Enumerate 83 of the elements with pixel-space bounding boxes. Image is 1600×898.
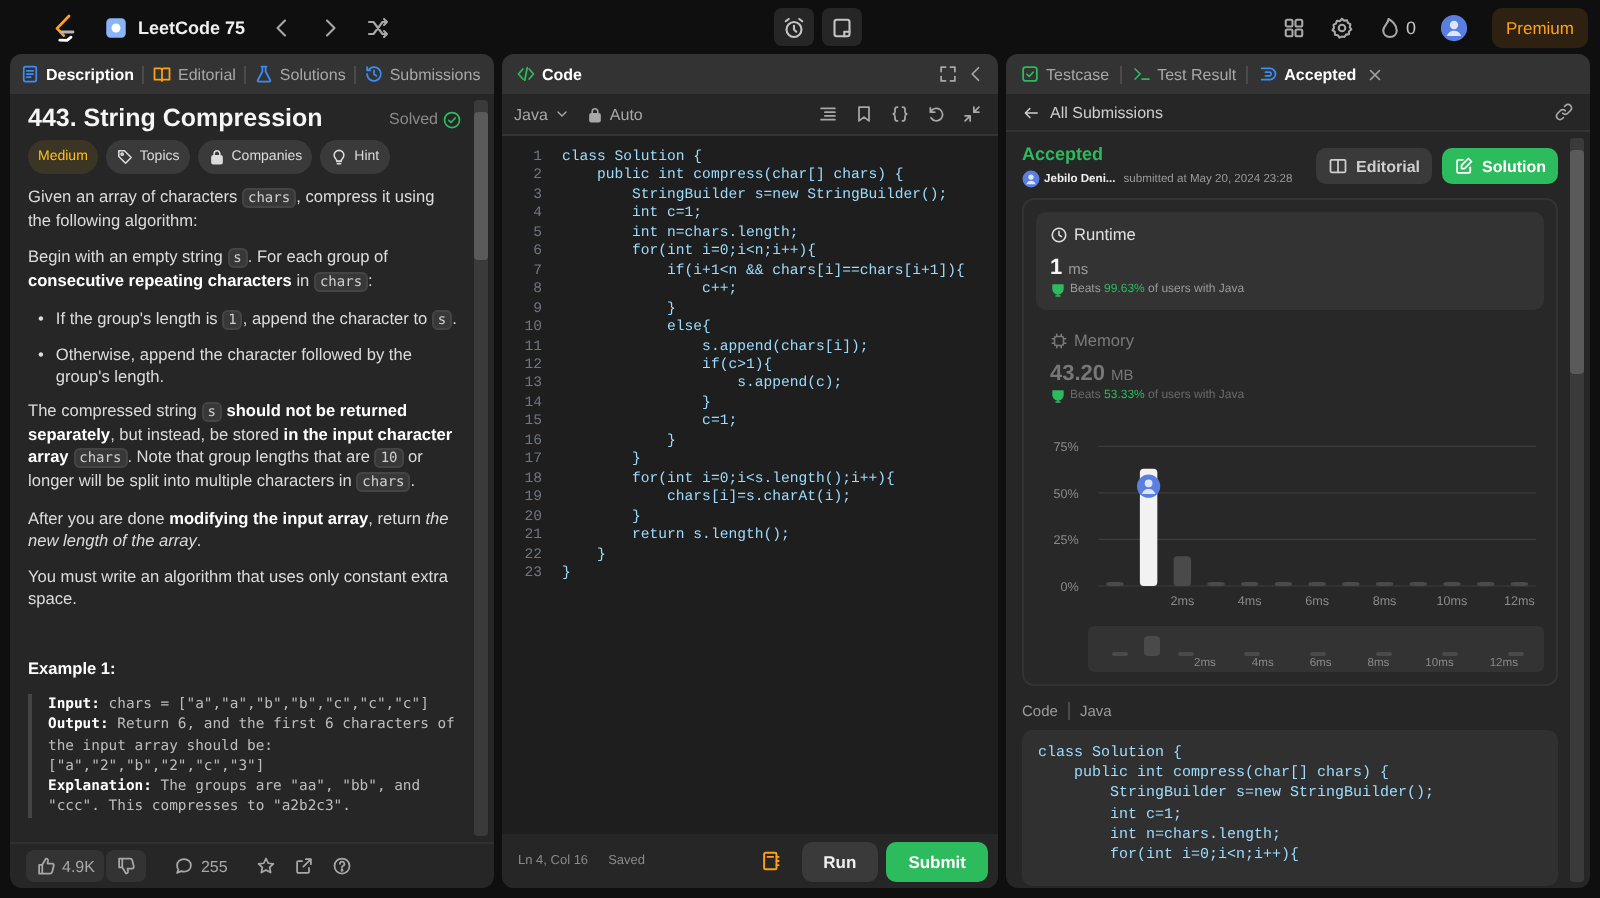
metric-label: Runtime — [1074, 224, 1136, 244]
list-title-button[interactable]: LeetCode 75 — [104, 15, 246, 39]
panel-tab[interactable]: Accepted — [1256, 60, 1359, 88]
arrow-left-icon — [1022, 103, 1040, 121]
trophy-icon — [1050, 282, 1066, 298]
lightbulb-icon — [330, 148, 349, 166]
undo-icon[interactable] — [926, 104, 946, 124]
checkbox-icon — [1020, 64, 1040, 84]
lock-icon — [585, 105, 604, 123]
problem-title: 443. String Compression — [28, 108, 323, 130]
lock-icon — [207, 148, 226, 166]
check-circle-icon — [442, 109, 462, 129]
solved-label: Solved — [389, 108, 438, 130]
code-editor[interactable] — [502, 136, 998, 834]
scrollbar[interactable] — [1570, 138, 1584, 882]
paragraph: You must write an algorithm that uses only constant extra space. — [28, 566, 450, 610]
link-icon[interactable] — [1554, 102, 1574, 122]
document-icon — [20, 64, 40, 84]
avatar-icon[interactable] — [1439, 13, 1468, 41]
chip-icon — [1050, 331, 1068, 349]
metric-value: 43.20 — [1050, 362, 1106, 386]
pen-icon — [1454, 156, 1474, 176]
speech-bubble-icon — [174, 856, 195, 876]
tag-icon — [115, 148, 134, 166]
trophy-icon — [1050, 388, 1066, 404]
verdict-label: Accepted — [1022, 144, 1106, 164]
list-icon — [104, 15, 128, 39]
submission-icon — [1258, 64, 1279, 84]
shuffle-icon[interactable] — [365, 15, 390, 39]
avatar-icon — [1022, 170, 1040, 188]
metric-label: Memory — [1074, 330, 1134, 350]
book-icon — [1327, 156, 1348, 176]
bullet-point: • — [38, 308, 44, 332]
premium-button[interactable]: Premium — [1491, 7, 1588, 47]
code-icon — [516, 64, 536, 84]
terminal-icon — [1131, 64, 1152, 84]
fullscreen-icon[interactable] — [938, 64, 958, 84]
notebook-icon[interactable] — [759, 850, 782, 872]
book-icon — [152, 64, 173, 84]
histogram-bar — [1173, 556, 1192, 586]
flask-icon — [253, 64, 274, 84]
example-heading: Example 1: — [28, 658, 118, 680]
share-icon[interactable] — [293, 856, 314, 876]
language-dropdown[interactable]: Java — [514, 105, 570, 123]
metric-value: 1 — [1050, 256, 1063, 280]
panel-tab[interactable]: Description — [18, 60, 137, 88]
format-icon[interactable] — [818, 104, 838, 124]
help-icon[interactable] — [331, 856, 352, 876]
paragraph: After you are done modifying the input array, return the new length of the array. — [28, 508, 451, 552]
clock-icon — [1050, 225, 1068, 243]
panel-tab[interactable]: Test Result — [1129, 60, 1239, 88]
all-submissions-link[interactable]: All Submissions — [1022, 103, 1163, 121]
run-button[interactable]: Run — [801, 841, 879, 881]
panel-tab[interactable]: Testcase — [1018, 60, 1112, 88]
grid-icon[interactable] — [1281, 15, 1306, 39]
user-marker-icon — [1136, 474, 1161, 498]
note-icon — [830, 15, 854, 39]
history-icon — [363, 64, 384, 84]
panel-tab[interactable]: Submissions — [361, 60, 483, 88]
bookmark-icon[interactable] — [854, 104, 874, 124]
alarm-clock-icon — [782, 15, 806, 39]
like-button[interactable]: 4.9K — [26, 850, 105, 882]
braces-icon[interactable] — [890, 104, 910, 124]
dislike-button[interactable] — [106, 850, 147, 882]
scrollbar[interactable] — [474, 100, 488, 836]
collapse-arrows-icon[interactable] — [962, 104, 982, 124]
thumbs-up-icon — [36, 856, 56, 876]
bullet-point: • — [38, 344, 44, 368]
comments-button[interactable]: 255 — [164, 850, 238, 882]
close-icon[interactable] — [1366, 65, 1385, 83]
panel-title: Code — [514, 60, 584, 88]
panel-tab[interactable]: Editorial — [150, 60, 238, 88]
panel-tab[interactable]: Solutions — [251, 60, 348, 88]
thumbs-down-icon — [116, 856, 137, 876]
notes-button[interactable] — [822, 8, 862, 46]
timer-button[interactable] — [774, 8, 814, 46]
auto-mode-button[interactable]: Auto — [585, 105, 643, 123]
bullet-item: Otherwise, append the character followed by the group's length. — [55, 344, 414, 388]
streak-count: 0 — [1405, 17, 1416, 37]
settings-icon[interactable] — [1329, 15, 1354, 39]
chevron-down-icon — [553, 106, 570, 122]
editorial-button[interactable]: Editorial — [1315, 148, 1432, 184]
star-icon[interactable] — [255, 856, 276, 876]
